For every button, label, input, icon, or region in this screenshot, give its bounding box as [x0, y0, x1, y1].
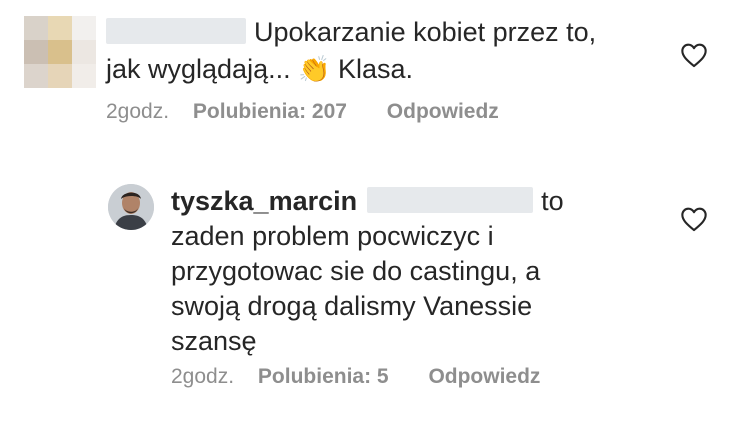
- likes-count-button[interactable]: Polubienia: 5: [258, 365, 389, 388]
- comment-time: 2godz.: [106, 100, 170, 123]
- redacted-username: [106, 17, 246, 44]
- redacted-mention: [367, 186, 534, 213]
- heart-outline-icon[interactable]: [680, 206, 708, 232]
- avatar[interactable]: [24, 16, 96, 88]
- heart-outline-icon[interactable]: [680, 42, 708, 68]
- comment-line-2-end: Klasa.: [338, 54, 414, 84]
- reply-line-2: zaden problem pocwiczyc i: [171, 221, 494, 251]
- reply-line-4: swoją drogą dalismy Vanessie: [171, 291, 533, 321]
- comment-item: Upokarzanie kobiet przez to, jak wygląda…: [0, 0, 750, 150]
- likes-count-button[interactable]: Polubienia: 207: [193, 100, 347, 123]
- profile-photo: [108, 184, 154, 230]
- clapping-hands-emoji: 👏: [298, 54, 331, 84]
- comment-line-2-start: jak wyglądają...: [106, 54, 291, 84]
- comment-text: Upokarzanie kobiet przez to, jak wygląda…: [106, 14, 646, 88]
- reply-line-1: to: [541, 186, 564, 216]
- reply-meta: 2godz. Polubienia: 5 Odpowiedz: [171, 365, 540, 389]
- reply-button[interactable]: Odpowiedz: [387, 100, 499, 123]
- comment-meta: 2godz. Polubienia: 207 Odpowiedz: [106, 100, 499, 124]
- reply-time: 2godz.: [171, 365, 235, 388]
- username-link[interactable]: tyszka_marcin: [171, 186, 357, 216]
- reply-comment-item: tyszka_marcin to zaden problem pocwiczyc …: [0, 150, 750, 426]
- reply-text: tyszka_marcin to zaden problem pocwiczyc …: [171, 184, 611, 359]
- reply-line-3: przygotowac sie do castingu, a: [171, 256, 541, 286]
- comment-line-1: Upokarzanie kobiet przez to,: [254, 17, 597, 47]
- avatar[interactable]: [108, 184, 154, 230]
- reply-line-5: szansę: [171, 326, 257, 356]
- reply-button[interactable]: Odpowiedz: [428, 365, 540, 388]
